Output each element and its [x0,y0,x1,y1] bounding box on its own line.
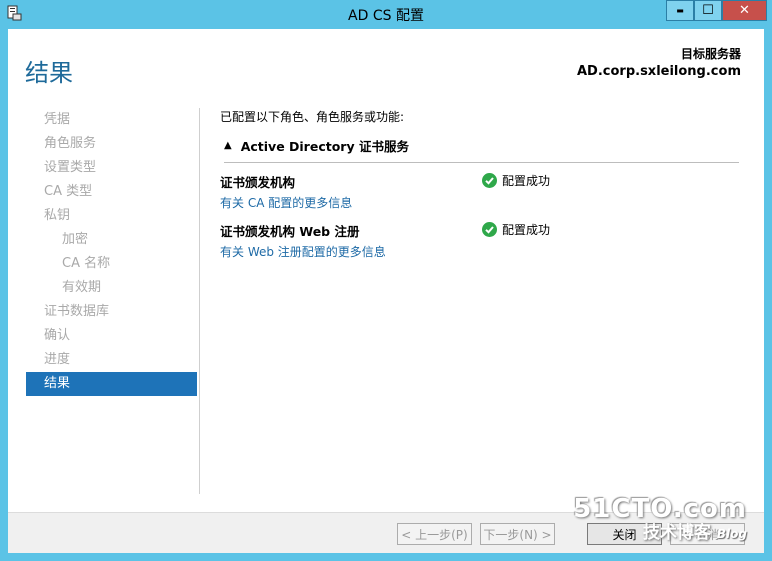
section-title: Active Directory 证书服务 [240,139,409,154]
nav-item-ca-name[interactable]: CA 名称 [26,252,197,276]
nav-item-private-key[interactable]: 私钥 [26,204,197,228]
close-icon: ✕ [739,3,750,18]
result-status: 配置成功 [482,221,550,238]
destination-server-label: 目标服务器 [680,47,741,61]
page-title: 结果 [25,59,73,87]
success-check-icon [482,222,497,237]
minimize-button[interactable]: ▬ [666,0,694,21]
nav-item-progress[interactable]: 进度 [26,348,197,372]
section-header-ad-cs[interactable]: ▲ Active Directory 证书服务 [224,136,409,155]
nav-item-results[interactable]: 结果 [26,372,197,396]
result-status-text: 配置成功 [502,174,551,188]
collapse-caret-icon[interactable]: ▲ [224,140,232,151]
nav-item-credentials[interactable]: 凭据 [26,108,197,132]
success-check-icon [482,173,497,188]
results-intro: 已配置以下角色、角色服务或功能: [220,110,405,124]
ca-more-info-link[interactable]: 有关 CA 配置的更多信息 [220,194,750,211]
result-status: 配置成功 [482,172,550,189]
nav-item-cryptography[interactable]: 加密 [26,228,197,252]
title-bar[interactable]: AD CS 配置 ▬ ☐ ✕ [0,0,772,28]
wizard-client-area: 结果 目标服务器 AD.corp.sxleilong.com 凭据 角色服务 设… [8,29,764,553]
window-title: AD CS 配置 [348,8,424,24]
maximize-button[interactable]: ☐ [694,0,722,21]
previous-button[interactable]: < 上一步(P) [397,523,472,545]
nav-item-role-services[interactable]: 角色服务 [26,132,197,156]
destination-server-value: AD.corp.sxleilong.com [576,64,741,79]
nav-item-confirmation[interactable]: 确认 [26,324,197,348]
nav-item-setup-type[interactable]: 设置类型 [26,156,197,180]
nav-item-ca-type[interactable]: CA 类型 [26,180,197,204]
result-row-web-enrollment: 证书颁发机构 Web 注册 有关 Web 注册配置的更多信息 配置成功 [220,221,750,260]
nav-item-validity-period[interactable]: 有效期 [26,276,197,300]
section-divider [224,162,739,163]
nav-item-certificate-database[interactable]: 证书数据库 [26,300,197,324]
wizard-nav: 凭据 角色服务 设置类型 CA 类型 私钥 加密 CA 名称 有效期 证书数据库… [26,108,197,396]
cancel-button[interactable]: 取消 [670,523,745,545]
maximize-icon: ☐ [702,3,714,18]
close-window-button[interactable]: ✕ [722,0,767,21]
result-row-ca: 证书颁发机构 有关 CA 配置的更多信息 配置成功 [220,172,750,211]
next-button[interactable]: 下一步(N) > [480,523,555,545]
minimize-icon: ▬ [676,6,684,15]
ad-cs-config-window: AD CS 配置 ▬ ☐ ✕ 结果 目标服务器 AD.corp.sxleilon… [0,0,772,561]
results-content: 已配置以下角色、角色服务或功能: ▲ Active Directory 证书服务… [220,108,750,259]
nav-divider [199,108,200,494]
wizard-footer: < 上一步(P) 下一步(N) > 关闭 取消 [8,512,764,553]
web-enrollment-more-info-link[interactable]: 有关 Web 注册配置的更多信息 [220,243,750,260]
close-button[interactable]: 关闭 [587,523,662,545]
result-status-text: 配置成功 [502,223,551,237]
